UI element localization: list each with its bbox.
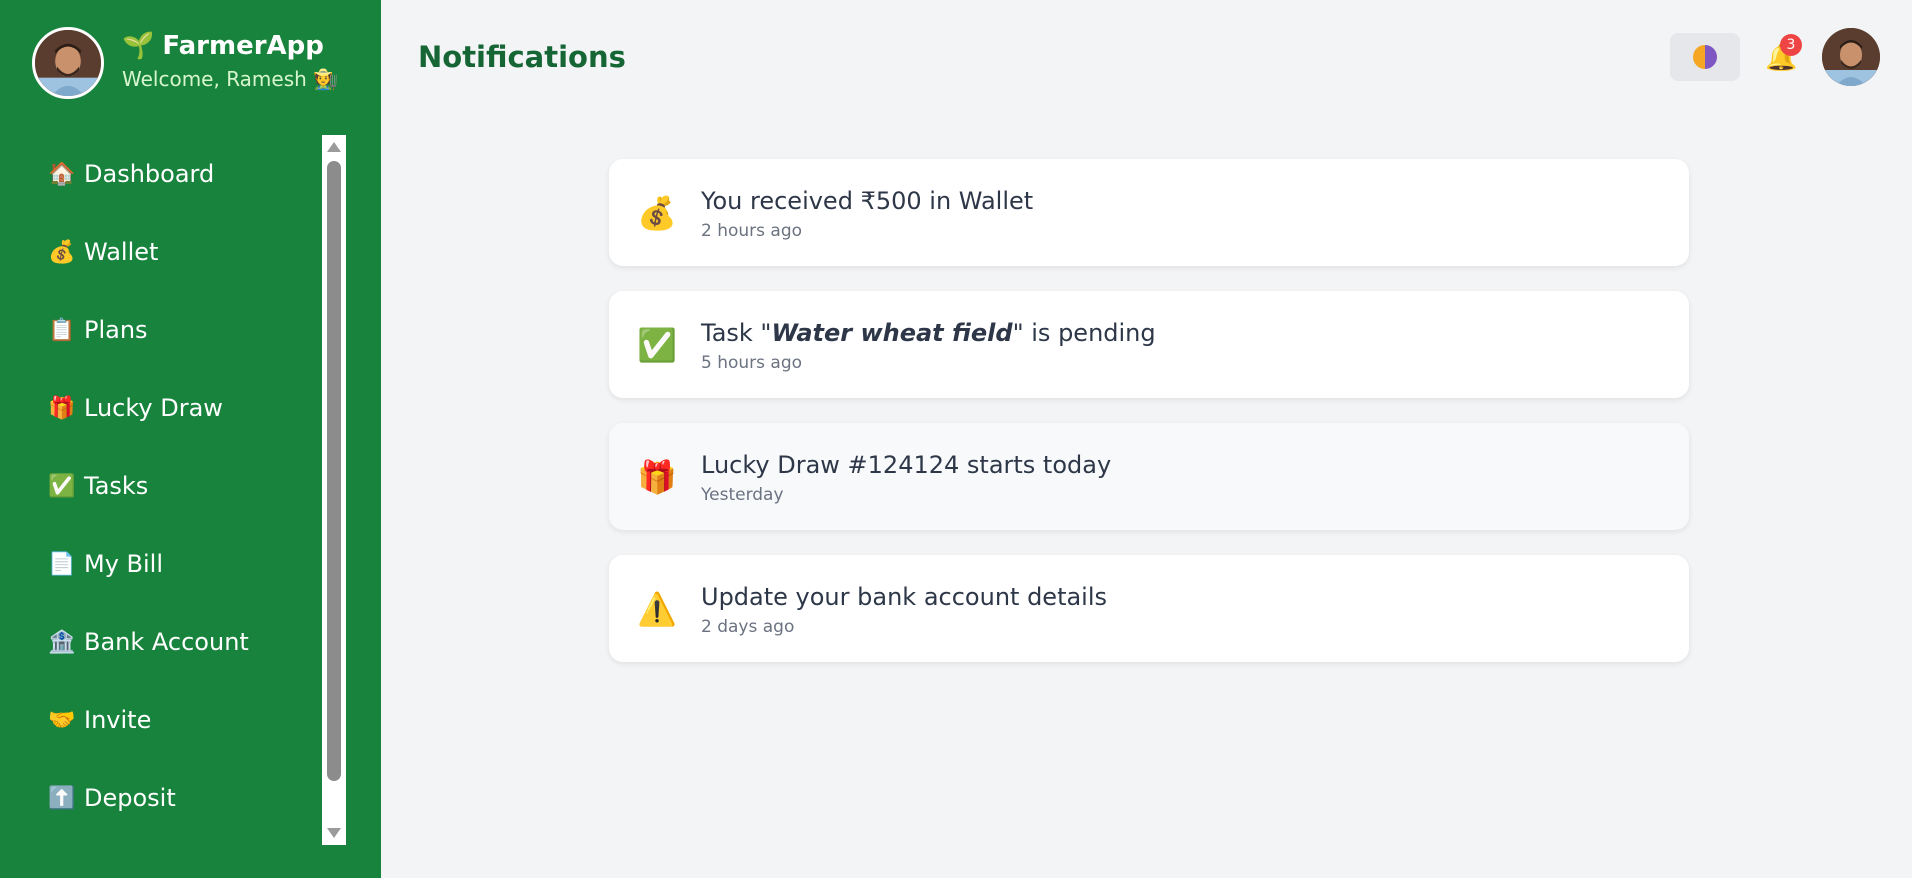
brand-title: 🌱 FarmerApp xyxy=(122,31,338,61)
sidebar-item-plans[interactable]: 📋 Plans xyxy=(0,291,320,369)
page-title: Notifications xyxy=(418,40,626,74)
home-icon: 🏠 xyxy=(48,161,76,187)
notification-title: Lucky Draw #124124 starts today xyxy=(701,451,1111,479)
notification-title: Task "Water wheat field" is pending xyxy=(701,319,1156,347)
scroll-down-arrow-icon[interactable] xyxy=(327,828,341,838)
scroll-up-arrow-icon[interactable] xyxy=(327,142,341,152)
notification-title-suffix: " is pending xyxy=(1012,319,1156,347)
sidebar-item-label: My Bill xyxy=(84,550,164,578)
sidebar-item-label: Dashboard xyxy=(84,160,215,188)
sidebar-item-invite[interactable]: 🤝 Invite xyxy=(0,681,320,759)
notification-text: You received ₹500 in Wallet 2 hours ago xyxy=(701,187,1033,241)
notification-title-text: You received ₹500 in Wallet xyxy=(701,187,1034,215)
notification-text: Lucky Draw #124124 starts today Yesterda… xyxy=(701,451,1111,505)
warning-icon: ⚠️ xyxy=(637,589,677,628)
notification-title: Update your bank account details xyxy=(701,583,1107,611)
sidebar-item-label: Lucky Draw xyxy=(84,394,223,422)
sidebar-item-bank-account[interactable]: 🏦 Bank Account xyxy=(0,603,320,681)
welcome-text: Welcome, Ramesh 🧑‍🌾 xyxy=(122,67,339,91)
sidebar-header: 🌱 FarmerApp Welcome, Ramesh 🧑‍🌾 xyxy=(32,27,362,99)
notification-text: Task "Water wheat field" is pending 5 ho… xyxy=(701,319,1156,373)
sidebar-item-label: Deposit xyxy=(84,784,176,812)
sidebar-item-deposit[interactable]: ⬆️ Deposit xyxy=(0,759,320,837)
sidebar-item-lucky-draw[interactable]: 🎁 Lucky Draw xyxy=(0,369,320,447)
sidebar-nav: 🏠 Dashboard 💰 Wallet 📋 Plans 🎁 Lucky Dra… xyxy=(0,135,320,845)
scrollbar-thumb[interactable] xyxy=(327,161,341,781)
brand-name: FarmerApp xyxy=(162,31,324,61)
notification-card[interactable]: ⚠️ Update your bank account details 2 da… xyxy=(609,555,1689,662)
sidebar-scrollbar[interactable] xyxy=(322,135,346,845)
sidebar-item-tasks[interactable]: ✅ Tasks xyxy=(0,447,320,525)
notification-time: 2 hours ago xyxy=(701,221,803,241)
notification-card[interactable]: 🎁 Lucky Draw #124124 starts today Yester… xyxy=(609,423,1689,530)
notification-title-text: Lucky Draw #124124 starts today xyxy=(701,451,1112,479)
profile-avatar-image xyxy=(1822,28,1880,86)
theme-toggle-icon xyxy=(1693,45,1717,69)
notification-title-text: Task " xyxy=(701,319,772,347)
clipboard-icon: 📋 xyxy=(48,317,76,343)
sidebar-item-dashboard[interactable]: 🏠 Dashboard xyxy=(0,135,320,213)
deposit-arrow-icon: ⬆️ xyxy=(48,785,76,811)
sidebar-item-label: Invite xyxy=(84,706,152,734)
money-bag-icon: 💰 xyxy=(48,239,76,265)
gift-icon: 🎁 xyxy=(48,395,76,421)
notification-title: You received ₹500 in Wallet xyxy=(701,187,1033,215)
sidebar-item-my-bill[interactable]: 📄 My Bill xyxy=(0,525,320,603)
notification-time: Yesterday xyxy=(701,485,784,505)
task-name: Water wheat field xyxy=(771,319,1013,347)
sidebar-item-wallet[interactable]: 💰 Wallet xyxy=(0,213,320,291)
notification-count-badge: 3 xyxy=(1780,34,1802,56)
notification-time: 2 days ago xyxy=(701,617,795,637)
profile-avatar[interactable] xyxy=(1822,28,1880,86)
check-icon: ✅ xyxy=(637,325,677,364)
notification-time: 5 hours ago xyxy=(701,353,803,373)
notification-list: 💰 You received ₹500 in Wallet 2 hours ag… xyxy=(609,159,1689,687)
sidebar-item-label: Tasks xyxy=(84,472,149,500)
notification-title-text: Update your bank account details xyxy=(701,583,1108,611)
theme-toggle-button[interactable] xyxy=(1670,33,1740,81)
notification-text: Update your bank account details 2 days … xyxy=(701,583,1107,637)
notification-card[interactable]: 💰 You received ₹500 in Wallet 2 hours ag… xyxy=(609,159,1689,266)
sidebar: 🌱 FarmerApp Welcome, Ramesh 🧑‍🌾 🏠 Dashbo… xyxy=(0,0,381,878)
sidebar-item-label: Bank Account xyxy=(84,628,249,656)
gift-icon: 🎁 xyxy=(637,457,677,496)
sidebar-item-label: Plans xyxy=(84,316,148,344)
sidebar-item-label: Wallet xyxy=(84,238,159,266)
avatar[interactable] xyxy=(32,27,104,99)
handshake-icon: 🤝 xyxy=(48,707,76,733)
bank-icon: 🏦 xyxy=(48,629,76,655)
sprout-icon: 🌱 xyxy=(122,31,155,61)
avatar-image xyxy=(35,30,101,96)
check-icon: ✅ xyxy=(48,473,76,499)
money-bag-icon: 💰 xyxy=(637,193,677,232)
bill-icon: 📄 xyxy=(48,551,76,577)
notification-card[interactable]: ✅ Task "Water wheat field" is pending 5 … xyxy=(609,291,1689,398)
brand: 🌱 FarmerApp Welcome, Ramesh 🧑‍🌾 xyxy=(122,31,338,91)
